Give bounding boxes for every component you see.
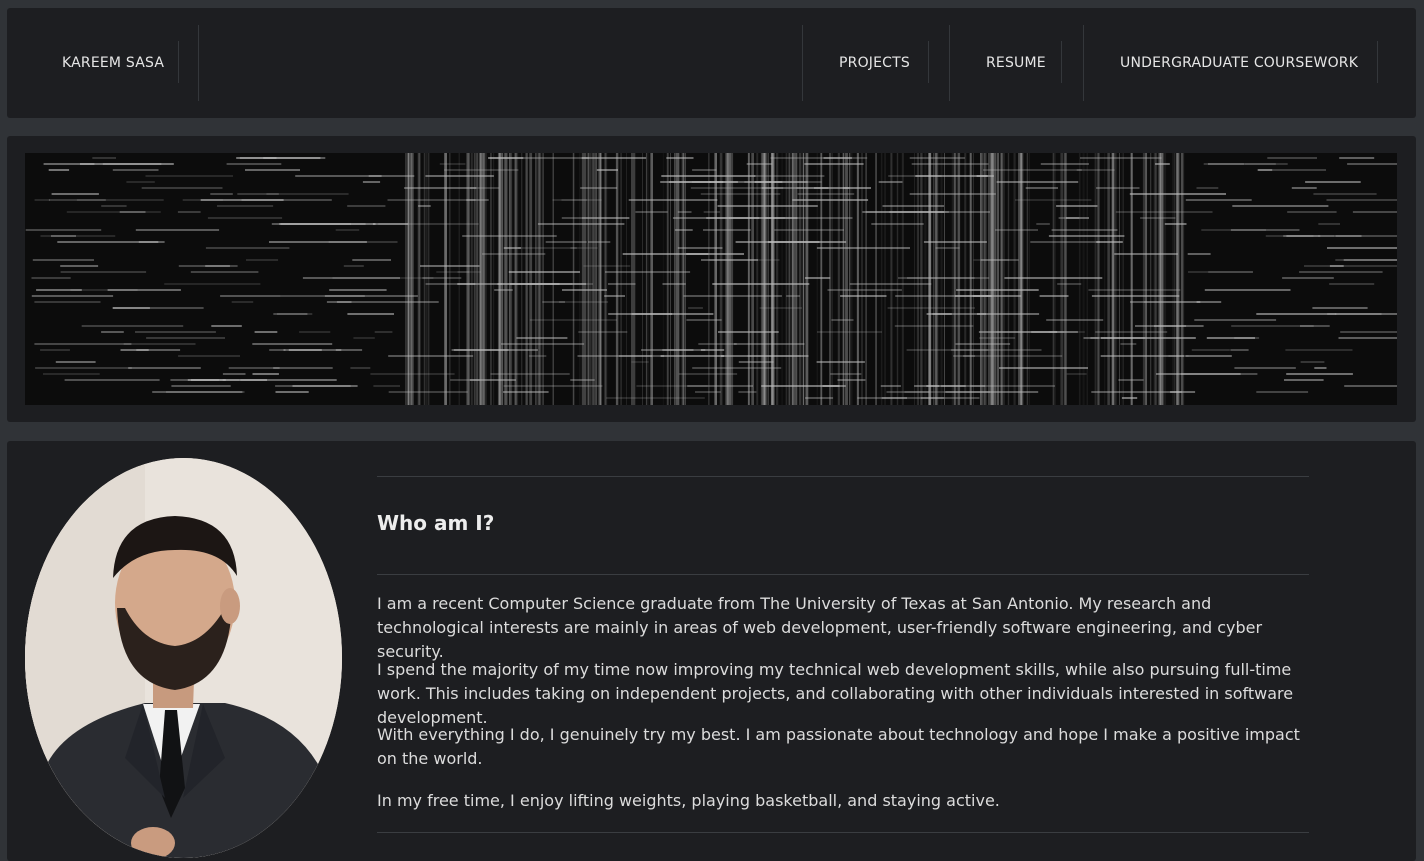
nav-link-projects[interactable]: PROJECTS [839,25,910,101]
divider-line [377,574,1309,575]
nav-divider [802,25,803,101]
nav-divider [1377,41,1378,83]
top-navigation-bar: KAREEM SASA PROJECTS RESUME UNDERGRADUAT… [7,8,1416,118]
nav-link-resume[interactable]: RESUME [986,25,1046,101]
divider-line [377,832,1309,833]
nav-link-undergraduate-coursework[interactable]: UNDERGRADUATE COURSEWORK [1120,25,1358,101]
about-paragraph: I spend the majority of my time now impr… [377,660,1294,727]
banner-panel [7,136,1416,422]
brand-link[interactable]: KAREEM SASA [62,25,164,101]
nav-divider [949,25,950,101]
nav-divider [1061,41,1062,83]
about-heading: Who am I? [377,511,495,535]
nav-divider [198,25,199,101]
about-paragraph: With everything I do, I genuinely try my… [377,725,1300,768]
profile-photo [25,458,342,858]
about-paragraph: In my free time, I enjoy lifting weights… [377,791,1000,810]
about-paragraph: I am a recent Computer Science graduate … [377,594,1263,661]
divider-line [377,476,1309,477]
nav-divider [178,41,179,83]
nav-divider [1083,25,1084,101]
code-banner-image [25,153,1397,405]
nav-divider [928,41,929,83]
about-section: Who am I? I am a recent Computer Science… [7,441,1416,861]
